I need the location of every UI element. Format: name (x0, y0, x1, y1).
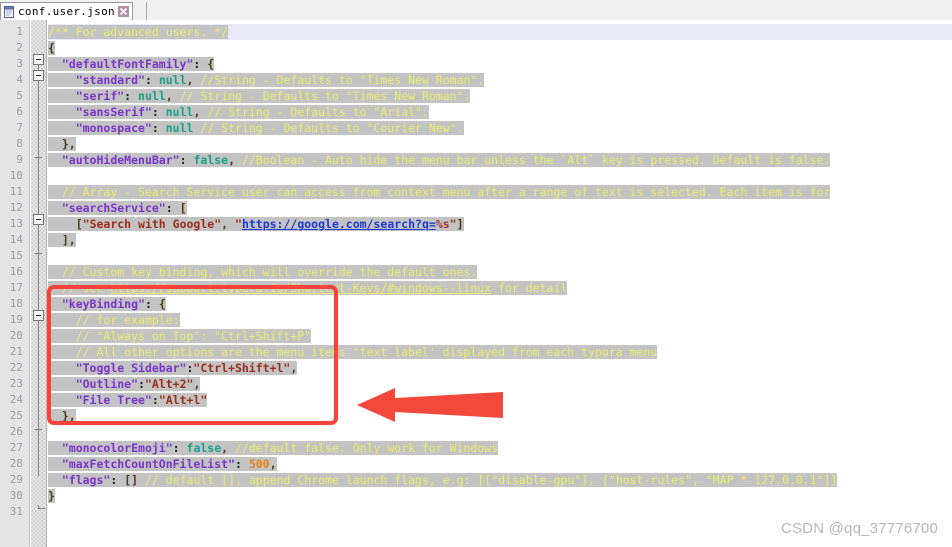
code-line: "flags": [] // default [], append Chrome… (48, 472, 838, 488)
tab-label: conf.user.json (18, 4, 115, 18)
code-line: "Toggle Sidebar":"Ctrl+Shift+l", (48, 360, 298, 376)
line-number: 20 (9, 329, 23, 342)
line-number: 15 (9, 249, 23, 262)
fold-tick-line-14 (35, 253, 42, 254)
code-line: }, (48, 136, 76, 152)
code-line: "standard": null, //String - Defaults to… (48, 72, 485, 88)
code-line: { (48, 41, 55, 55)
tab-bar-filler (133, 2, 147, 20)
line-number: 8 (16, 137, 23, 150)
fold-tick-line-8 (35, 157, 42, 158)
code-line: // for example: (48, 312, 180, 328)
code-line: "monocolorEmoji": false, //default false… (48, 440, 499, 456)
line-number: 7 (16, 121, 23, 134)
code-line: // "Always on Top": "Ctrl+Shift+P" (48, 328, 312, 344)
code-content[interactable]: /** For advanced users. */ { "defaultFont… (48, 20, 952, 547)
line-number-gutter: 1 2 3 4 5 6 7 8 9 10 11 12 13 14 15 16 17 18 19 20 21 22 23 24 2… (0, 20, 30, 547)
line-number: 23 (9, 377, 23, 390)
line-number: 24 (9, 393, 23, 406)
line-number: 13 (9, 217, 23, 230)
fold-toggle-line-12[interactable] (33, 214, 44, 225)
line-number: 18 (9, 297, 23, 310)
line-number: 28 (9, 457, 23, 470)
code-line: /** For advanced users. */ (48, 25, 229, 39)
code-line: // see https://support.typora.io/Shortcu… (48, 280, 568, 296)
code-line: "monospace": null // String - Defaults t… (48, 120, 464, 136)
editor-tab-bar: conf.user.json (0, 0, 952, 21)
fold-rail (38, 64, 39, 476)
code-editor[interactable]: 1 2 3 4 5 6 7 8 9 10 11 12 13 14 15 16 17 18 19 20 21 22 23 24 2… (0, 20, 952, 547)
line-number: 25 (9, 409, 23, 422)
fold-toggle-line-18[interactable] (33, 310, 44, 321)
fold-end-line-30 (38, 505, 45, 509)
code-fold-gutter[interactable] (31, 20, 47, 547)
code-line: "Outline":"Alt+2", (48, 376, 201, 392)
line-number: 17 (9, 281, 23, 294)
code-line: // All other options are the menu items … (48, 344, 658, 360)
line-number: 10 (9, 169, 23, 182)
line-number: 4 (16, 73, 23, 86)
csdn-watermark: CSDN @qq_37776700 (780, 520, 938, 537)
line-number: 22 (9, 361, 23, 374)
code-line: "defaultFontFamily": { (48, 56, 215, 72)
line-number: 14 (9, 233, 23, 246)
line-number: 21 (9, 345, 23, 358)
close-icon[interactable] (117, 6, 129, 17)
line-number: 26 (9, 425, 23, 438)
fold-toggle-line-3[interactable] (33, 70, 44, 81)
json-file-icon (4, 5, 15, 18)
line-number: 29 (9, 473, 23, 486)
line-number: 31 (9, 505, 23, 518)
code-line: "keyBinding": { (48, 296, 166, 312)
line-number: 3 (16, 57, 23, 70)
code-line: // Custom key binding, which will overri… (48, 264, 478, 280)
line-number: 16 (9, 265, 23, 278)
line-number: 27 (9, 441, 23, 454)
code-line: "searchService": [ (48, 200, 187, 216)
tab-conf-user-json[interactable]: conf.user.json (0, 2, 133, 20)
line-number: 11 (9, 185, 23, 198)
line-number: 2 (16, 41, 23, 54)
line-number: 5 (16, 89, 23, 102)
line-number: 9 (16, 153, 23, 166)
code-line: "autoHideMenuBar": false, //Boolean - Au… (48, 152, 831, 168)
code-line: "maxFetchCountOnFileList": 500, (48, 456, 277, 472)
typora-preferences-json-editor-window: conf.user.json 1 2 3 4 5 6 7 8 9 10 11 12 13 14 15 16 17… (0, 0, 952, 547)
code-line: }, (48, 408, 76, 424)
code-line: // Array - Search Service user can acces… (48, 184, 831, 200)
line-number: 12 (9, 201, 23, 214)
fold-tick-line-25 (35, 429, 42, 430)
line-number: 6 (16, 105, 23, 118)
code-line: ["Search with Google", "https://google.c… (48, 216, 464, 232)
code-line: "File Tree":"Alt+l" (48, 392, 208, 408)
code-line: ], (48, 232, 76, 248)
code-line: "serif": null, // String - Defaults to "… (48, 88, 471, 104)
fold-toggle-line-2[interactable] (33, 54, 44, 65)
line-number: 19 (9, 313, 23, 326)
code-line: "sansSerif": null, // String - Defaults … (48, 104, 429, 120)
line-number: 30 (9, 489, 23, 502)
line-number: 1 (16, 25, 23, 38)
code-line: } (48, 489, 55, 503)
